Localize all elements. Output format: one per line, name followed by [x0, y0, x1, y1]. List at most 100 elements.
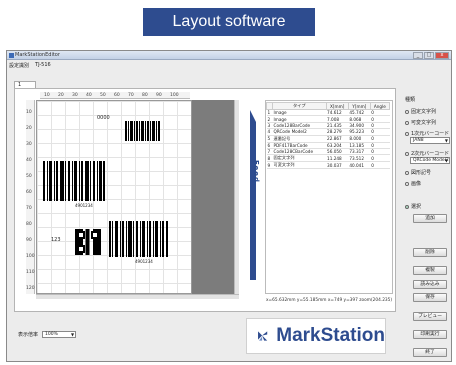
barcode-caption: 4901234 — [75, 203, 93, 208]
pdf417-barcode[interactable] — [43, 161, 105, 201]
option-fixed-text[interactable]: 固定文字列 — [405, 108, 436, 115]
option-label: 選択 — [411, 204, 422, 210]
radio-icon — [405, 181, 409, 186]
ruler-tick: 20 — [26, 126, 32, 131]
cursor-coordinates: x=65.632mm y=55.185mm x=749 y=397 zoom(2… — [266, 298, 393, 303]
cell: 30.037 — [326, 161, 349, 170]
radio-icon — [405, 204, 409, 209]
select-value: JAN8 — [413, 138, 424, 143]
setting-row: 設定識別 TJ-516 — [9, 62, 51, 69]
object-table: タイプ X[mm] Y[mm] Angle 1 Image 74.612 45.742… — [265, 102, 391, 170]
table-row[interactable]: 8 固定文字列 11.248 73.512 0 — [266, 154, 390, 163]
print-button[interactable]: 印刷実行 — [413, 330, 447, 339]
column-header: タイプ — [272, 102, 327, 110]
option-label: 可変文字列 — [411, 120, 437, 126]
markstation-logo-icon — [258, 331, 268, 341]
cell: 0 — [370, 154, 390, 163]
select-value: QRCode Model2 — [413, 158, 449, 163]
column-header: Angle — [369, 102, 391, 110]
ruler-tick: 90 — [156, 93, 162, 98]
ruler-tick: 70 — [128, 93, 134, 98]
app-icon — [9, 53, 14, 58]
cell: 0 — [370, 161, 390, 170]
ruler-tick: 30 — [26, 142, 32, 147]
feed-indicator — [240, 100, 266, 294]
radio-icon — [405, 120, 409, 125]
top-ruler: 10 20 30 40 50 60 70 80 90 100 — [40, 92, 190, 99]
ruler-tick: 40 — [26, 158, 32, 163]
exit-button[interactable]: 終了 — [413, 348, 447, 357]
table-row[interactable]: 3 Code128BarCode 21.435 34.900 0 — [266, 122, 390, 130]
label-canvas[interactable]: 0000 4901234 123 4901234 — [36, 100, 192, 294]
table-row[interactable]: 2 Image 7.008 8.068 0 — [266, 115, 390, 123]
feed-label: Feed — [252, 160, 260, 184]
cell: 40.041 — [348, 161, 371, 170]
ruler-tick: 10 — [26, 110, 32, 115]
option-2d-barcode[interactable]: 2次元バーコード — [405, 150, 449, 157]
chevron-down-icon: ▼ — [444, 138, 448, 143]
ruler-tick: 60 — [26, 190, 32, 195]
table-row[interactable]: 6 PDF417BarCode 63.204 13.185 0 — [266, 142, 390, 149]
2d-code-type-select[interactable]: QRCode Model2 ▼ — [410, 157, 450, 164]
option-image[interactable]: 画像 — [405, 180, 421, 187]
banner-title: Layout software — [143, 8, 315, 36]
ruler-tick: 50 — [26, 174, 32, 179]
code128c-barcode[interactable] — [109, 221, 169, 257]
ruler-tick: 50 — [100, 93, 106, 98]
column-header: X[mm] — [325, 102, 349, 110]
preview-button[interactable]: プレビュー — [413, 312, 447, 321]
setting-value[interactable]: TJ-516 — [35, 62, 51, 69]
option-1d-barcode[interactable]: 1次元バーコード — [405, 130, 449, 137]
delete-button[interactable]: 削除 — [413, 248, 447, 257]
table-row[interactable]: 7 Code128CBarCode 56.050 73.317 0 — [266, 148, 390, 156]
option-select[interactable]: 選択 — [405, 203, 421, 210]
ruler-tick: 80 — [26, 222, 32, 227]
ruler-tick: 70 — [26, 206, 32, 211]
barcode-type-select[interactable]: JAN8 ▼ — [410, 137, 450, 144]
option-variable-text[interactable]: 可変文字列 — [405, 119, 436, 126]
cell: 8.000 — [348, 135, 371, 143]
ruler-tick: 80 — [142, 93, 148, 98]
ruler-tick: 90 — [26, 238, 32, 243]
cell: 73.512 — [348, 154, 371, 163]
non-print-area — [192, 100, 234, 294]
cell: 固定文字列 — [272, 154, 327, 163]
option-label: 画像 — [411, 181, 422, 187]
table-row[interactable]: 4 QRCode Model2 28.279 95.223 0 — [266, 128, 390, 136]
select-value: 100% — [45, 332, 58, 337]
ruler-tick: 120 — [26, 286, 35, 291]
table-row[interactable]: 1 Image 74.612 45.742 0 — [266, 109, 390, 117]
load-button[interactable]: 読み込み — [413, 280, 447, 289]
ruler-tick: 100 — [170, 93, 179, 98]
radio-icon — [405, 109, 409, 114]
option-label: 固定文字列 — [411, 109, 437, 115]
code128-barcode[interactable] — [125, 121, 161, 141]
ruler-tick: 30 — [72, 93, 78, 98]
vertical-scrollbar[interactable] — [234, 100, 239, 294]
radio-icon — [405, 151, 409, 156]
option-symbol[interactable]: 図形記号 — [405, 169, 431, 176]
table-row[interactable]: 9 可変文字列 30.037 40.041 0 — [266, 161, 390, 170]
qr-code[interactable] — [75, 229, 101, 255]
serial-number-item[interactable]: 123 — [51, 237, 61, 243]
maximize-button[interactable]: □ — [424, 52, 434, 59]
cell: 22.867 — [326, 135, 349, 143]
table-row[interactable]: 5 連番記号 22.867 8.000 0 — [266, 135, 390, 143]
logo-text: MarkStation — [276, 325, 385, 346]
fixed-text-item[interactable]: 0000 — [97, 115, 110, 121]
duplicate-button[interactable]: 複製 — [413, 266, 447, 275]
zoom-select[interactable]: 100% ▼ — [42, 331, 77, 338]
chevron-down-icon: ▼ — [444, 158, 448, 163]
cell: 0 — [370, 135, 390, 143]
option-label: 図形記号 — [411, 170, 432, 176]
zoom-label: 表示倍率 — [18, 332, 39, 338]
setting-label: 設定識別 — [9, 63, 30, 69]
add-button[interactable]: 追加 — [413, 214, 447, 223]
save-button[interactable]: 保存 — [413, 293, 447, 302]
radio-icon — [405, 170, 409, 175]
close-button[interactable]: x — [435, 52, 449, 59]
window-title: MarkStationEditor — [15, 52, 60, 58]
minimize-button[interactable]: _ — [413, 52, 423, 59]
horizontal-scrollbar[interactable] — [36, 294, 239, 299]
ruler-tick: 10 — [44, 93, 50, 98]
